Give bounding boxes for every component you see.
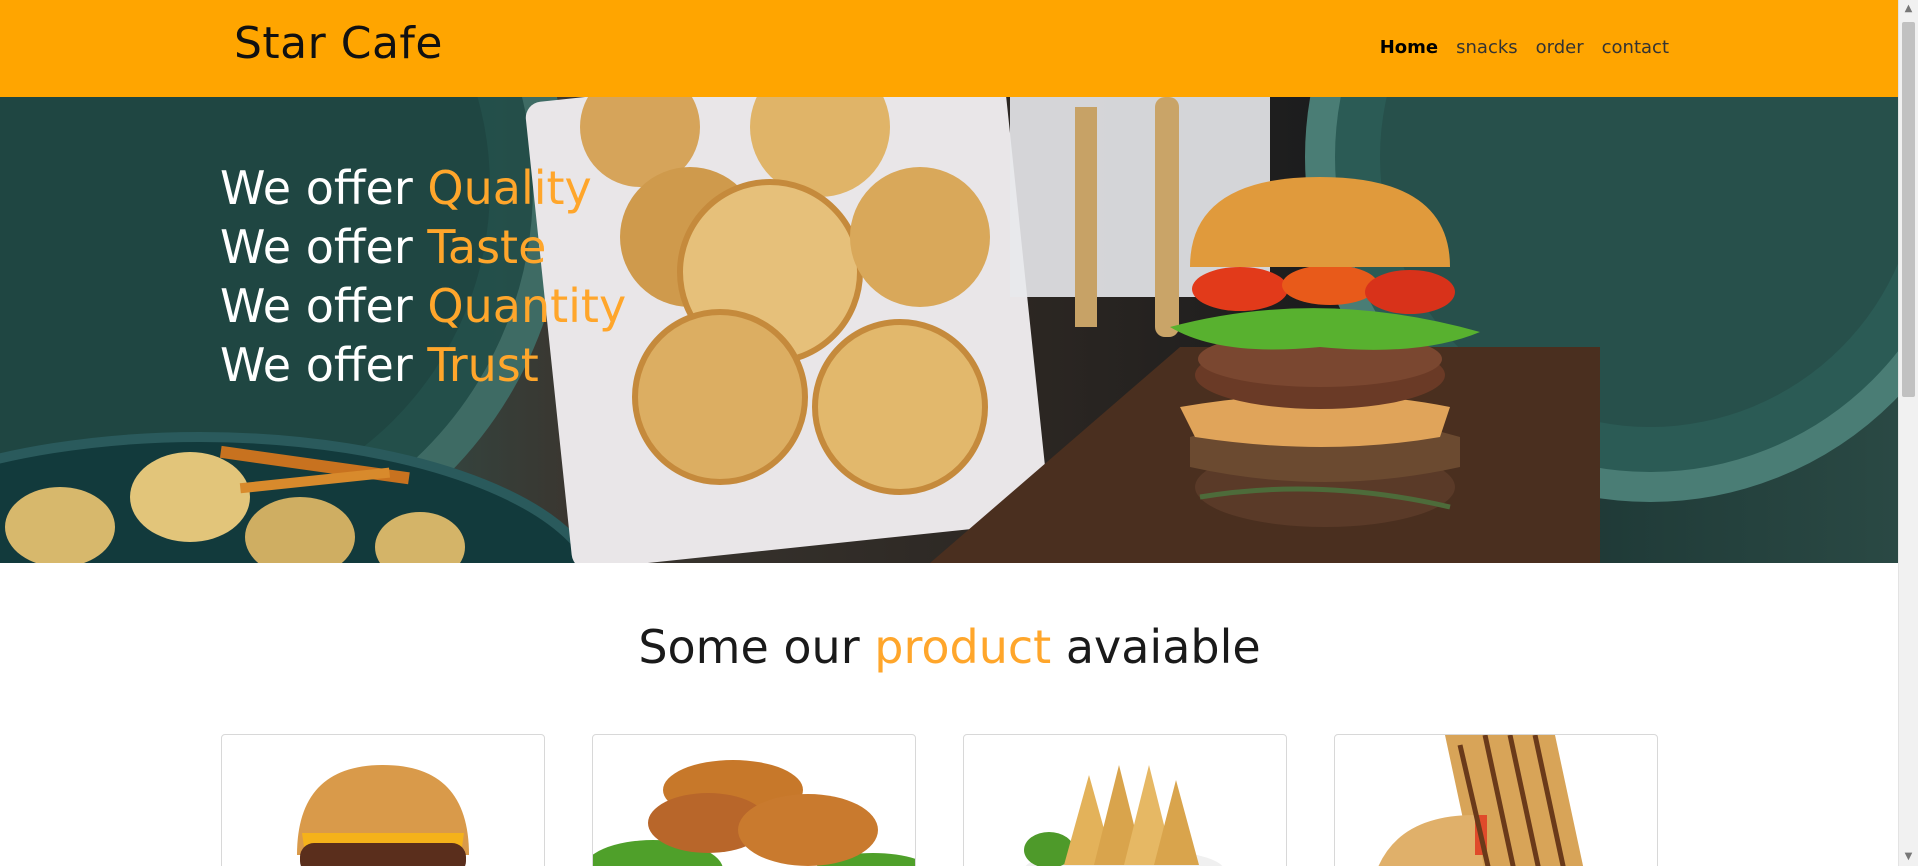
product-card-burger[interactable] bbox=[221, 734, 545, 866]
products-section-title: Some our product avaiable bbox=[0, 620, 1899, 674]
hero-tagline: We offer Trust bbox=[220, 336, 626, 395]
product-card-patties[interactable] bbox=[592, 734, 916, 866]
hero-tagline-list: We offer Quality We offer Taste We offer… bbox=[220, 159, 626, 395]
title-start: Some our bbox=[638, 620, 860, 674]
scroll-down-arrow-icon[interactable]: ▼ bbox=[1899, 848, 1918, 866]
navbar: Star Cafe Home snacks order contact bbox=[0, 0, 1899, 97]
nav-link-snacks[interactable]: snacks bbox=[1456, 37, 1518, 58]
brand-logo[interactable]: Star Cafe bbox=[234, 18, 443, 69]
hero-tagline-word: Taste bbox=[427, 220, 547, 274]
vertical-scrollbar[interactable]: ▲ ▼ bbox=[1898, 0, 1918, 866]
nav-link-order[interactable]: order bbox=[1536, 37, 1584, 58]
hero-tagline: We offer Taste bbox=[220, 218, 626, 277]
hero-tagline-prefix: We offer bbox=[220, 161, 413, 215]
scroll-thumb[interactable] bbox=[1902, 22, 1915, 397]
nav-link-home[interactable]: Home bbox=[1380, 37, 1438, 58]
patties-image bbox=[593, 760, 915, 866]
hero-tagline-word: Trust bbox=[427, 338, 539, 392]
hero-tagline-word: Quantity bbox=[427, 279, 627, 333]
product-card-samosa[interactable] bbox=[963, 734, 1287, 866]
hero-tagline: We offer Quality bbox=[220, 159, 626, 218]
sandwich-image bbox=[1378, 735, 1584, 866]
hero-tagline-prefix: We offer bbox=[220, 279, 413, 333]
hero-tagline-word: Quality bbox=[427, 161, 592, 215]
title-accent: product bbox=[874, 620, 1052, 674]
hero-banner: We offer Quality We offer Taste We offer… bbox=[0, 97, 1899, 563]
samosa-image bbox=[1024, 765, 1223, 866]
title-end: avaiable bbox=[1065, 620, 1261, 674]
scroll-up-arrow-icon[interactable]: ▲ bbox=[1899, 0, 1918, 18]
nav-menu: Home snacks order contact bbox=[1380, 37, 1669, 58]
hero-tagline-prefix: We offer bbox=[220, 338, 413, 392]
nav-link-contact[interactable]: contact bbox=[1602, 37, 1669, 58]
burger-image bbox=[297, 765, 469, 866]
product-card-sandwich[interactable] bbox=[1334, 734, 1658, 866]
hero-tagline: We offer Quantity bbox=[220, 277, 626, 336]
page: Star Cafe Home snacks order contact We o… bbox=[0, 0, 1899, 866]
hero-tagline-prefix: We offer bbox=[220, 220, 413, 274]
